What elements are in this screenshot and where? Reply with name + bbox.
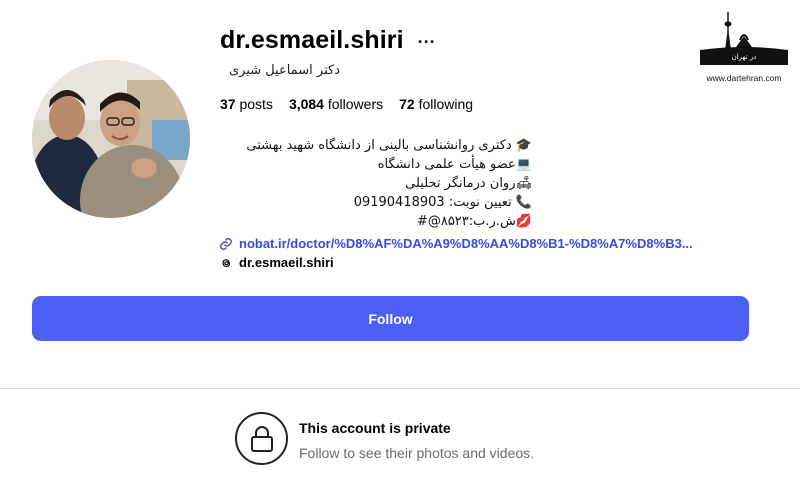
followers-stat[interactable]: 3,084 followers [289, 96, 383, 112]
following-label: following [418, 96, 474, 112]
threads-link[interactable]: dr.esmaeil.shiri [219, 255, 334, 270]
threads-handle: dr.esmaeil.shiri [239, 255, 334, 270]
bio-line: 🎓 دکتری روانشناسی بالینی از دانشگاه شهید… [246, 138, 532, 153]
profile-link[interactable]: nobat.ir/doctor/%D8%AF%DA%A9%D8%AA%D8%B1… [219, 236, 693, 251]
profile-username: dr.esmaeil.shiri [220, 26, 404, 54]
following-count: 72 [399, 96, 415, 112]
bio-line: 💻عضو هیأت علمی دانشگاه [377, 157, 532, 172]
threads-icon [222, 258, 231, 267]
posts-stat: 37 posts [220, 96, 273, 112]
site-watermark: در تهران www.dartehran.com [696, 10, 792, 83]
bio-line: 🛋روان درمانگر تحلیلی [405, 176, 532, 191]
more-icon[interactable]: ... [418, 28, 436, 46]
lock-icon [250, 425, 273, 452]
follow-button[interactable]: Follow [32, 296, 749, 341]
avatar-photo [32, 60, 190, 218]
section-divider [0, 388, 800, 389]
private-account-title: This account is private [299, 420, 451, 436]
watermark-text: در تهران [731, 53, 757, 61]
posts-count: 37 [220, 96, 236, 112]
following-stat[interactable]: 72 following [399, 96, 473, 112]
followers-count: 3,084 [288, 96, 324, 112]
bio-line: 📞 تعیین نوبت: 09190418903 [353, 195, 532, 210]
posts-label: posts [239, 96, 273, 112]
bio-line: 💋ش.ر.ب:۸۵۲۳@# [416, 214, 532, 229]
profile-avatar[interactable] [32, 60, 190, 218]
profile-stats: 37 posts 3,084 followers 72 following [220, 96, 473, 112]
link-icon [220, 237, 232, 250]
profile-full-name: دکتر اسماعیل شیری [228, 63, 340, 78]
profile-link-text: nobat.ir/doctor/%D8%AF%DA%A9%D8%AA%D8%B1… [239, 236, 693, 251]
private-account-subtitle: Follow to see their photos and videos. [299, 445, 535, 461]
lock-icon-circle [235, 412, 288, 465]
followers-label: followers [327, 96, 384, 112]
watermark-url: www.dartehran.com [706, 73, 782, 83]
profile-bio: 🎓 دکتری روانشناسی بالینی از دانشگاه شهید… [246, 136, 532, 231]
